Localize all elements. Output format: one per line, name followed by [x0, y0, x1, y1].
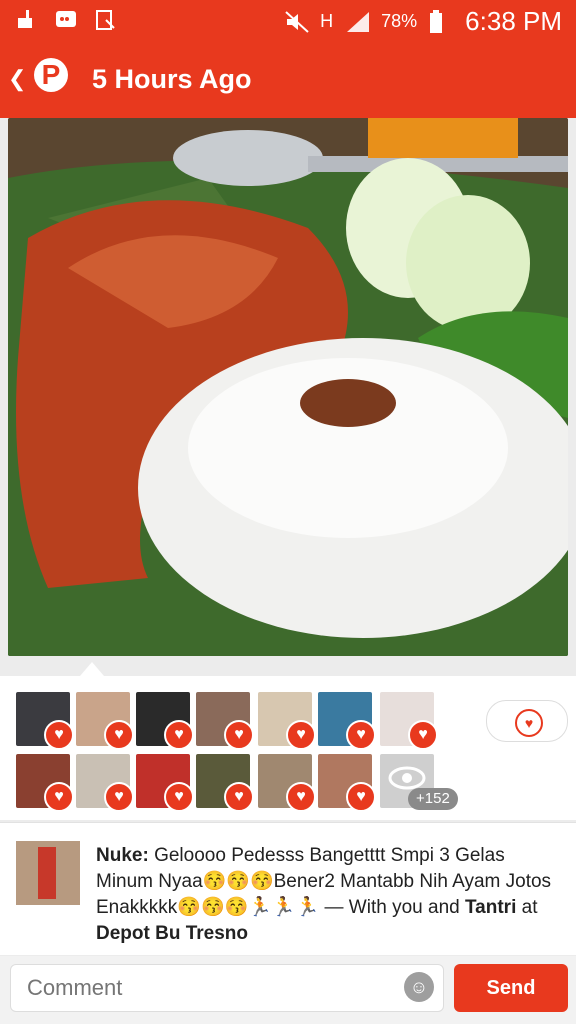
photo-pointer [80, 662, 104, 676]
download-icon [94, 8, 118, 32]
status-notification-icons [14, 8, 118, 32]
heart-icon: ♥ [346, 720, 376, 750]
author-name[interactable]: Nuke: [96, 845, 149, 866]
emoji-icon[interactable]: ☺ [404, 972, 434, 1002]
heart-icon: ♥ [515, 709, 543, 737]
heart-icon: ♥ [346, 782, 376, 812]
likers-section: ♥ ♥ ♥ ♥ ♥ ♥ ♥ ♥ ♥ ♥ ♥ ♥ ♥ +152 ♥ [0, 676, 576, 820]
more-likers-count: +152 [408, 788, 458, 810]
battery-percent: 78% [381, 11, 418, 31]
tagged-user[interactable]: Tantri [465, 897, 516, 918]
heart-icon: ♥ [224, 782, 254, 812]
pinterest-logo[interactable]: P [34, 58, 68, 92]
caption-text: Nuke: Geloooo Pedesss Banget​ttt Smpi 3 … [96, 843, 556, 947]
signal-icon [345, 10, 370, 34]
status-bar: H 78% 6:38 PM [0, 0, 576, 44]
clock: 6:38 PM [465, 6, 562, 36]
mute-icon [284, 10, 309, 34]
send-button[interactable]: Send [454, 964, 568, 1012]
heart-icon: ♥ [224, 720, 254, 750]
bbm-icon [54, 8, 78, 32]
heart-icon: ♥ [44, 782, 74, 812]
post-photo[interactable] [8, 118, 568, 656]
status-system-icons: H 78% 6:38 PM [284, 6, 562, 37]
heart-icon: ♥ [44, 720, 74, 750]
heart-icon: ♥ [104, 782, 134, 812]
chevron-left-icon[interactable]: ❮ [8, 66, 26, 92]
battery-icon [429, 9, 453, 34]
heart-icon: ♥ [286, 720, 316, 750]
heart-icon: ♥ [164, 720, 194, 750]
heart-icon: ♥ [104, 720, 134, 750]
heart-icon: ♥ [286, 782, 316, 812]
cleaner-icon [14, 8, 38, 32]
comment-composer: ☺ Send [0, 956, 576, 1024]
like-button[interactable]: ♥ [486, 700, 568, 742]
page-title: 5 Hours Ago [92, 64, 252, 94]
heart-icon: ♥ [164, 782, 194, 812]
place-link[interactable]: Depot Bu Tresno [96, 923, 248, 944]
at-word: at [516, 897, 538, 918]
post-caption: Nuke: Geloooo Pedesss Banget​ttt Smpi 3 … [0, 822, 576, 955]
comment-input[interactable] [10, 964, 444, 1012]
network-type: H [320, 11, 334, 31]
heart-icon: ♥ [408, 720, 438, 750]
author-avatar[interactable] [16, 841, 80, 905]
app-bar: ❮ P 5 Hours Ago [0, 44, 576, 118]
